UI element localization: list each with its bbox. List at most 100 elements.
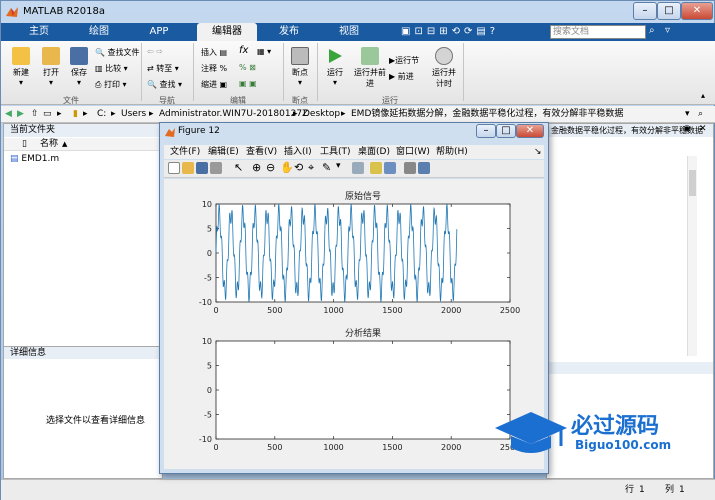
data-cursor-icon[interactable]: ⌖ bbox=[308, 161, 314, 175]
legend-icon[interactable] bbox=[384, 162, 396, 174]
run-button[interactable]: 运行 ▾ bbox=[321, 47, 349, 87]
rotate-icon[interactable]: ⟲ bbox=[294, 161, 303, 174]
brush-icon[interactable]: ✎ bbox=[322, 161, 331, 174]
find-files-button[interactable]: 🔍 查找文件 bbox=[95, 47, 140, 58]
edit-group-label: 编辑 bbox=[230, 96, 246, 105]
tab-plots[interactable]: 绘图 bbox=[69, 23, 129, 41]
browse-folder-icon[interactable]: ▸ bbox=[57, 106, 62, 122]
compare-button[interactable]: ▥ 比较 ▾ bbox=[95, 63, 128, 74]
scrollbar-thumb[interactable] bbox=[689, 170, 696, 196]
run-and-time-button[interactable]: 运行并计时 bbox=[429, 47, 459, 89]
menu-desktop[interactable]: 桌面(D) bbox=[358, 145, 390, 159]
pointer-icon[interactable]: ↖ bbox=[234, 161, 243, 174]
indent-tools-icons[interactable]: ▣ ▣ bbox=[239, 79, 257, 88]
colorbar-icon[interactable] bbox=[370, 162, 382, 174]
tab-publish[interactable]: 发布 bbox=[259, 23, 319, 41]
dock-arrow-icon[interactable]: ↘ bbox=[534, 145, 542, 159]
menu-file[interactable]: 文件(F) bbox=[170, 145, 200, 159]
brush-dropdown-icon[interactable]: ▾ bbox=[336, 161, 341, 171]
close-button[interactable]: ✕ bbox=[681, 2, 713, 20]
path-segment[interactable]: Users bbox=[121, 106, 146, 122]
col-value: 1 bbox=[679, 485, 685, 495]
maximize-button[interactable]: □ bbox=[657, 2, 681, 20]
watermark-title: 必过源码 bbox=[571, 414, 660, 439]
print-figure-icon[interactable] bbox=[210, 162, 222, 174]
run-section-button[interactable]: ▶运行节 bbox=[389, 55, 419, 66]
comment-button[interactable]: 注释 % bbox=[201, 63, 227, 74]
save-figure-icon[interactable] bbox=[196, 162, 208, 174]
hide-plot-tools-icon[interactable] bbox=[404, 162, 416, 174]
panel-close-icon[interactable]: ✕ bbox=[699, 124, 707, 134]
breakpoints-button[interactable]: 断点 ▾ bbox=[287, 47, 313, 87]
forward-arrow-icon[interactable]: ▶ bbox=[17, 106, 24, 122]
fx-button[interactable]: fx bbox=[239, 45, 248, 56]
y-tick-label: 0 bbox=[207, 386, 212, 395]
chart-svg[interactable]: 原始信号0 500 1000 1500 2000 25001050-5-10分析结果0 50… bbox=[164, 179, 544, 469]
figure-title: Figure 12 bbox=[178, 126, 220, 136]
menu-insert[interactable]: 插入(I) bbox=[284, 145, 312, 159]
folder-icon[interactable]: ▭ bbox=[43, 106, 52, 122]
quick-access-icons[interactable]: ▣⊡⊟⊞⟲⟳▤? bbox=[401, 26, 499, 37]
tab-editor[interactable]: 编辑器 bbox=[197, 23, 257, 41]
tab-home[interactable]: 主页 bbox=[9, 23, 69, 41]
find-button[interactable]: 🔍 查找 ▾ bbox=[147, 79, 182, 90]
figure-maximize-button[interactable]: □ bbox=[496, 124, 516, 138]
menu-tools[interactable]: 工具(T) bbox=[320, 145, 351, 159]
path-segment[interactable]: EMD镜像延拓数据分解，金融数据平稳化过程，有效分解非平稳数据 bbox=[351, 106, 681, 122]
collapse-ribbon-icon[interactable]: ▴ bbox=[701, 91, 705, 100]
x-tick-label: 1500 bbox=[382, 306, 402, 315]
run-and-advance-button[interactable]: 运行并前进 bbox=[353, 47, 387, 89]
zoom-out-icon[interactable]: ⊖ bbox=[266, 161, 275, 174]
vertical-scrollbar[interactable] bbox=[687, 156, 697, 356]
panel-menu-icon[interactable]: ◉ bbox=[683, 124, 691, 134]
path-segment[interactable]: C: bbox=[97, 106, 106, 122]
save-button[interactable]: 保存 ▾ bbox=[65, 47, 93, 87]
tab-apps[interactable]: APP bbox=[129, 23, 189, 41]
figure-logo-icon bbox=[164, 126, 176, 141]
col-label: 列 bbox=[665, 485, 675, 495]
menu-edit[interactable]: 编辑(E) bbox=[208, 145, 239, 159]
figure-close-button[interactable]: ✕ bbox=[516, 124, 544, 138]
print-button[interactable]: ⎙ 打印 ▾ bbox=[95, 79, 127, 90]
path-segment[interactable]: Desktop bbox=[303, 106, 340, 122]
open-button[interactable]: 打开 ▾ bbox=[37, 47, 65, 87]
save-icon bbox=[70, 47, 88, 65]
menu-view[interactable]: 查看(V) bbox=[246, 145, 277, 159]
address-bar: ◀ ▶ ⇧ ▭ ▸ ▮ ▸ C: ▸ Users ▸ Administrator… bbox=[1, 106, 715, 123]
axes-box bbox=[215, 340, 511, 440]
address-search-icon[interactable]: ⌕ bbox=[698, 106, 703, 122]
title-bar[interactable]: MATLAB R2018a – □ ✕ bbox=[1, 1, 715, 23]
minimize-button[interactable]: – bbox=[633, 2, 657, 20]
new-figure-icon[interactable] bbox=[168, 162, 180, 174]
search-icon[interactable]: ⌕ bbox=[649, 25, 655, 36]
menu-window[interactable]: 窗口(W) bbox=[396, 145, 430, 159]
up-folder-icon[interactable]: ⇧ bbox=[31, 106, 39, 122]
run-advance-icon bbox=[361, 47, 379, 65]
back-forward-buttons[interactable]: ⇦ ⇨ bbox=[147, 47, 163, 56]
insert-button[interactable]: 插入 ▤ bbox=[201, 47, 227, 58]
figure-minimize-button[interactable]: – bbox=[476, 124, 496, 138]
zoom-in-icon[interactable]: ⊕ bbox=[252, 161, 261, 174]
address-dropdown-icon[interactable]: ▾ bbox=[685, 106, 690, 122]
pan-icon[interactable]: ✋ bbox=[280, 161, 294, 174]
show-plot-tools-icon[interactable] bbox=[418, 162, 430, 174]
goto-button[interactable]: ⇄ 转至 ▾ bbox=[147, 63, 179, 74]
comment-tools-icons[interactable]: % ⊠ bbox=[239, 63, 256, 72]
filter-icon[interactable]: ▿ bbox=[665, 25, 670, 36]
run-icon bbox=[329, 49, 342, 63]
path-chevron-icon: ▸ bbox=[293, 109, 298, 119]
menu-help[interactable]: 帮助(H) bbox=[436, 145, 468, 159]
list-item[interactable]: ▤ EMD1.m bbox=[10, 154, 59, 164]
search-documentation-input[interactable]: 搜索文档 bbox=[550, 25, 646, 39]
open-file-icon[interactable] bbox=[182, 162, 194, 174]
advance-button[interactable]: ▶ 前进 bbox=[389, 71, 414, 82]
path-segment[interactable]: Administrator.WIN7U-20180127Z bbox=[159, 106, 308, 122]
back-arrow-icon[interactable]: ◀ bbox=[5, 106, 12, 122]
indent-button[interactable]: 缩进 ▣ bbox=[201, 79, 227, 90]
name-column-header[interactable]: ▯ 名称 ▲ bbox=[4, 138, 162, 151]
new-button[interactable]: 新建 ▾ bbox=[7, 47, 35, 87]
function-menu-icon[interactable]: ▦ ▾ bbox=[257, 47, 271, 56]
link-plot-icon[interactable] bbox=[352, 162, 364, 174]
tab-view[interactable]: 视图 bbox=[319, 23, 379, 41]
figure-canvas[interactable]: 原始信号 0 500 1000 1500 2000 2500 10 5 0 -5 -10 分析结果 0 50… bbox=[164, 179, 544, 469]
